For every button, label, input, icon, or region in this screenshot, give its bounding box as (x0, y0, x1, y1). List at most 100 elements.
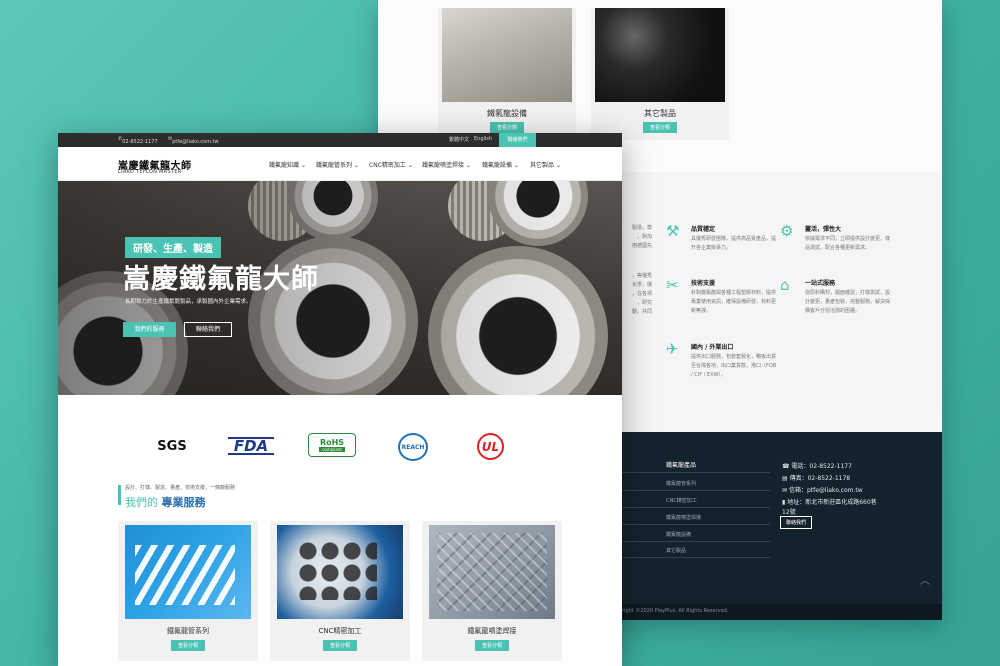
service-name: CNC精密加工 (318, 627, 362, 635)
email-label: 信箱： (788, 487, 807, 494)
footer-divider (622, 557, 770, 558)
footer-link[interactable]: 其它製品 (666, 547, 686, 554)
nav-equipment[interactable]: 鐵氟龍設備 ⌄ (482, 160, 519, 169)
service-name: 鐵氟龍噴塗焊接 (467, 627, 517, 635)
product-image-equipment (442, 8, 572, 102)
product-card-equipment[interactable]: 鐵氟龍設備 查看分類 (438, 8, 576, 140)
nav-label: 其它製品 (530, 162, 555, 169)
footer-phone: ☎ 電話：02-8522-1177 (782, 461, 852, 470)
nav-spray-welding[interactable]: 鐵氟龍噴塗焊接 ⌄ (422, 160, 471, 169)
feature-desc: 依據需求不同，立即提供設計變更，樣品測試，配合各種更新需求。 (805, 236, 891, 251)
reach-text: REACH (401, 443, 425, 451)
fax-icon: ▤ (782, 475, 790, 482)
rohs-text: RoHS (319, 438, 345, 447)
footer-divider (622, 507, 770, 508)
footer-link[interactable]: 鐵氟龍噴塗焊接 (666, 514, 701, 521)
slider-dots (328, 386, 352, 395)
our-services-button[interactable]: 我們的服務 (123, 322, 176, 337)
email-address: ptfe@liako.com.tw (172, 139, 219, 145)
topbar-phone[interactable]: ✆ 02-8522-1177 (118, 136, 158, 145)
chevron-down-icon: ⌄ (555, 162, 561, 169)
view-category-button[interactable]: 查看分類 (170, 640, 206, 651)
view-category-button[interactable]: 查看分類 (322, 640, 358, 651)
footer-fax: ▤ 傳真：02-8522-1178 (782, 473, 850, 482)
phone-label: 電話： (791, 463, 810, 470)
footer-divider (622, 490, 770, 491)
tools-icon: ⚒ (666, 222, 680, 240)
product-card-others[interactable]: 其它製品 查看分類 (591, 8, 729, 140)
logo-english[interactable]: LIAKO TEFLON MASTER (118, 169, 181, 175)
fda-logo: FDA (228, 437, 274, 455)
rohs-logo: RoHS compliant (308, 433, 356, 457)
fda-text: FDA (233, 437, 269, 455)
view-category-button[interactable]: 查看分類 (642, 122, 678, 133)
topbar-email[interactable]: ✉ ptfe@liako.com.tw (168, 136, 219, 145)
footer-address-line2: 12號 (782, 509, 796, 516)
lang-en-link[interactable]: English (474, 136, 492, 142)
footer-link[interactable]: 鐵氟龍管系列 (666, 480, 696, 487)
hero-subtitle: 長期致力於生產鐵氟龍製品，承製國內外企業需求。 (125, 299, 252, 305)
footer-contact-button[interactable]: 聯絡我們 (780, 516, 813, 529)
lang-zh-link[interactable]: 繁體中文 (449, 136, 469, 143)
reach-logo: REACH (398, 433, 428, 461)
nav-label: 鐵氟龍管系列 (316, 162, 353, 169)
product-image-others (595, 8, 725, 102)
rohs-compliant-text: compliant (319, 447, 345, 452)
feature-title: 國內 / 外業出口 (691, 344, 734, 351)
footer-divider (622, 541, 770, 542)
top-info-bar: ✆ 02-8522-1177 ✉ ptfe@liako.com.tw 繁體中文 … (58, 133, 622, 147)
airplane-icon: ✈ (666, 340, 679, 358)
service-card-pipe[interactable]: 鐵氟龍管系列 查看分類 (118, 521, 258, 661)
nav-cnc[interactable]: CNC精密加工 ⌄ (369, 160, 413, 169)
footer-link[interactable]: 鐵氟龍設備 (666, 531, 691, 538)
footer-link[interactable]: CNC精密加工 (666, 497, 697, 504)
chevron-down-icon: ⌄ (353, 162, 359, 169)
phone-value[interactable]: 02-8522-1177 (809, 463, 852, 470)
gear-icon: ⚙ (780, 222, 794, 240)
nav-label: 鐵氟龍知識 (269, 162, 300, 169)
nav-knowledge[interactable]: 鐵氟龍知識 ⌄ (269, 160, 306, 169)
mail-icon: ✉ (782, 487, 789, 494)
fax-label: 傳真： (789, 475, 808, 482)
service-name: 鐵氟龍管系列 (167, 627, 209, 635)
main-navbar: 嵩慶鐵氟龍大師 LIAKO TEFLON MASTER 鐵氟龍知識 ⌄ 鐵氟龍管… (58, 147, 622, 181)
section-accent-bar (118, 485, 121, 505)
contact-us-button[interactable]: 聯絡我們 (184, 322, 232, 337)
chevron-down-icon: ⌄ (465, 162, 471, 169)
hero-tag: 研發、生產、製造 (125, 237, 221, 258)
view-category-button[interactable]: 查看分類 (474, 640, 510, 651)
feature-desc: 提供出口服務，包裝套製化，鴨板出貨至台灣各地，出口業貨款，港口（FOB / CI… (691, 354, 777, 378)
hero-banner: 研發、生產、製造 嵩慶鐵氟龍大師 長期致力於生產鐵氟龍製品，承製國內外企業需求。… (58, 181, 622, 395)
view-category-button[interactable]: 查看分類 (489, 122, 525, 133)
footer-address: ▮ 地址：新北市新莊區化成路660巷 (782, 497, 877, 506)
back-to-top-icon[interactable]: ︿ (920, 572, 930, 587)
feature-title: 一站式服務 (805, 280, 836, 287)
chevron-down-icon: ⌄ (300, 162, 306, 169)
email-value[interactable]: ptfe@liako.com.tw (807, 487, 863, 494)
nav-others[interactable]: 其它製品 ⌄ (530, 160, 561, 169)
footer-products-title: 鐵氟龍產品 (666, 462, 697, 469)
ul-text: UL (481, 439, 500, 454)
service-card-welding[interactable]: 鐵氟龍噴塗焊接 查看分類 (422, 521, 562, 661)
product-name: 其它製品 (644, 109, 676, 118)
feature-desc: 從原料購材，圖面確認，打樣測試，設計變更，量產包裝，完整服務，解決採購客戶分別洽… (805, 290, 891, 314)
phone-icon: ☎ (782, 463, 792, 470)
services-title: 我們的 專業服務 (125, 494, 206, 510)
service-image-pipe (125, 525, 251, 619)
ul-logo: UL (477, 433, 504, 460)
front-page-screenshot: ✆ 02-8522-1177 ✉ ptfe@liako.com.tw 繁體中文 … (58, 133, 622, 666)
footer-divider (622, 524, 770, 525)
services-subtitle: 設計、打樣、製造、量產、技術支援，一條龍服務 (125, 485, 236, 491)
service-image-cnc (277, 525, 403, 619)
chevron-down-icon: ⌄ (513, 162, 519, 169)
product-name: 鐵氟龍設備 (487, 109, 527, 118)
fax-value: 02-8522-1178 (807, 475, 851, 482)
service-card-cnc[interactable]: CNC精密加工 查看分類 (270, 521, 410, 661)
feature-title: 技術支援 (691, 280, 716, 287)
sgs-logo: SGS (146, 433, 198, 459)
wrench-icon: ✂ (666, 276, 679, 294)
sgs-text: SGS (157, 438, 187, 454)
footer-email: ✉ 信箱：ptfe@liako.com.tw (782, 485, 863, 494)
topbar-contact-button[interactable]: 聯絡我們 (499, 133, 536, 147)
nav-pipe-series[interactable]: 鐵氟龍管系列 ⌄ (316, 160, 359, 169)
